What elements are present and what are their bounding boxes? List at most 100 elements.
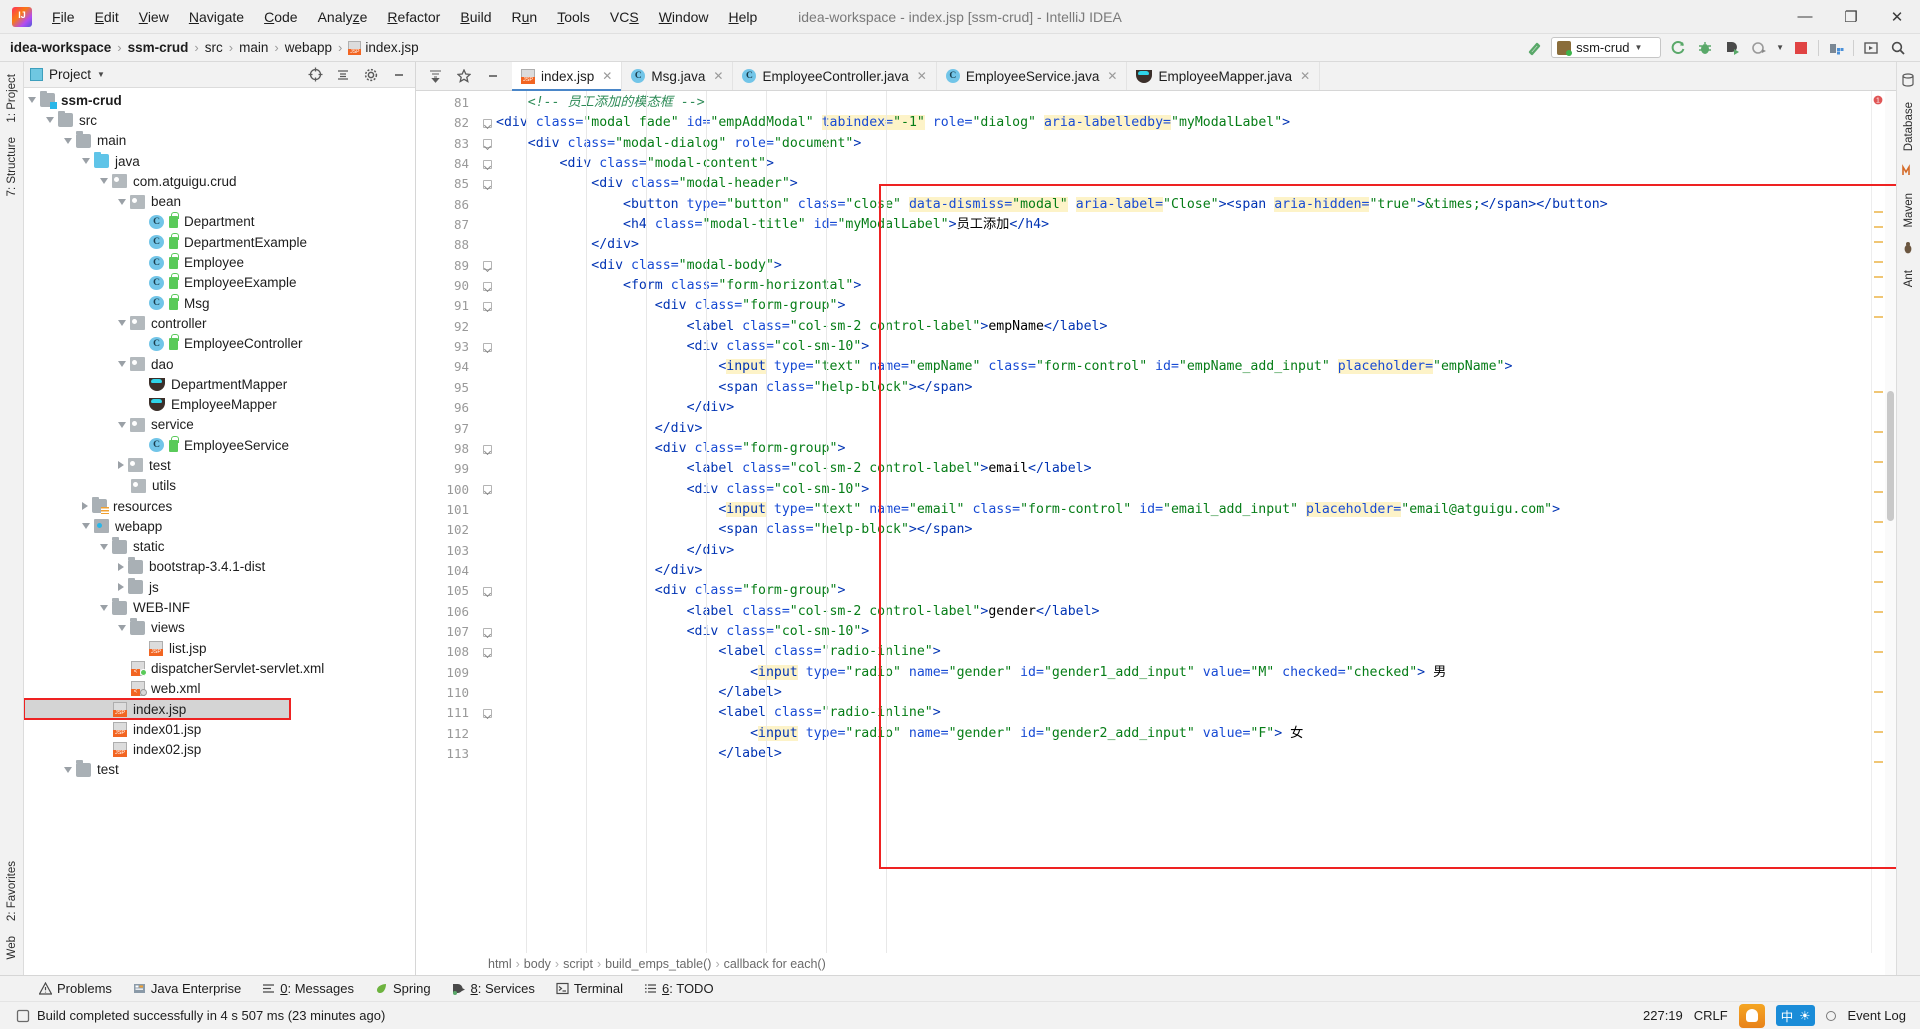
code-line[interactable]: </label>: [496, 744, 1871, 764]
expand-arrow-icon[interactable]: [100, 604, 108, 611]
tree-node-dao[interactable]: dao: [24, 354, 415, 374]
profile-chevron-icon[interactable]: ▼: [1776, 43, 1784, 52]
expand-arrow-icon[interactable]: [118, 624, 126, 631]
sidebar-item-ant[interactable]: Ant: [1900, 264, 1918, 293]
code-line[interactable]: </label>: [496, 683, 1871, 703]
stop-icon[interactable]: [1791, 38, 1811, 58]
editor-breadcrumb-4[interactable]: callback for each(): [724, 957, 826, 971]
code-editor[interactable]: 81 82 83 84 85 86 87 88 89 90 91 92 93 94 95 96 97 98 99 10…: [416, 91, 1896, 975]
analysis-marker[interactable]: [1874, 211, 1883, 213]
expand-arrow-icon[interactable]: [118, 361, 126, 367]
ime-status[interactable]: 中 ☀: [1775, 1005, 1816, 1026]
collapse-fold-icon[interactable]: [482, 302, 492, 312]
code-line[interactable]: <input type="text" name="empName" class=…: [496, 357, 1871, 377]
build-hammer-icon[interactable]: [1524, 38, 1544, 58]
editor-vertical-scrollbar[interactable]: [1885, 91, 1896, 975]
tree-node-ssm-crud[interactable]: ssm-crud: [24, 90, 415, 110]
fold-marker[interactable]: [478, 256, 496, 276]
analysis-marker[interactable]: [1874, 431, 1883, 433]
tree-node-departmentmapper[interactable]: DepartmentMapper: [24, 374, 415, 394]
tree-node-test[interactable]: test: [24, 455, 415, 475]
collapse-fold-icon[interactable]: [482, 627, 492, 637]
breadcrumb-item-5[interactable]: index.jsp: [344, 38, 422, 57]
event-log-label[interactable]: Event Log: [1847, 1008, 1906, 1023]
tree-node-employee[interactable]: C Employee: [24, 252, 415, 272]
maven-icon[interactable]: [1901, 164, 1917, 180]
tab-employeeservice-java[interactable]: C EmployeeService.java ✕: [937, 62, 1128, 90]
code-line[interactable]: <label class="col-sm-2 control-label">ge…: [496, 602, 1871, 622]
analysis-marker[interactable]: [1874, 461, 1883, 463]
tree-node-index01-jsp[interactable]: index01.jsp: [24, 719, 415, 739]
collapse-fold-icon[interactable]: [482, 586, 492, 596]
tab-index-jsp[interactable]: index.jsp ✕: [512, 62, 623, 91]
code-line[interactable]: </div>: [496, 561, 1871, 581]
inspection-status-icon[interactable]: 1: [1873, 95, 1883, 105]
analysis-marker[interactable]: [1874, 241, 1883, 243]
code-line[interactable]: </div>: [496, 541, 1871, 561]
collapse-fold-icon[interactable]: [482, 444, 492, 454]
code-line[interactable]: <h4 class="modal-title" id="myModalLabel…: [496, 215, 1871, 235]
code-line[interactable]: <label class="col-sm-2 control-label">em…: [496, 459, 1871, 479]
code-line[interactable]: <div class="modal-dialog" role="document…: [496, 134, 1871, 154]
fold-marker[interactable]: [478, 276, 496, 296]
code-line[interactable]: <form class="form-horizontal">: [496, 276, 1871, 296]
expand-arrow-icon[interactable]: [46, 117, 54, 124]
editor-breadcrumb-2[interactable]: script: [563, 957, 593, 971]
code-folding-column[interactable]: [478, 91, 496, 975]
expand-arrow-icon[interactable]: [100, 178, 108, 185]
expand-arrow-icon[interactable]: [64, 137, 72, 144]
tab-msg-java[interactable]: C Msg.java ✕: [622, 62, 734, 90]
tree-node-list-jsp[interactable]: list.jsp: [24, 638, 415, 658]
tree-node-employeeexample[interactable]: C EmployeeExample: [24, 273, 415, 293]
tree-node-web-inf[interactable]: WEB-INF: [24, 597, 415, 617]
toolwindow-services[interactable]: 8: Services: [443, 979, 544, 998]
analysis-marker[interactable]: [1874, 611, 1883, 613]
sogou-ime-icon[interactable]: [1738, 1003, 1765, 1028]
toolwindow-spring[interactable]: Spring: [366, 979, 440, 998]
code-line[interactable]: <input type="text" name="email" class="f…: [496, 500, 1871, 520]
tree-node-departmentexample[interactable]: C DepartmentExample: [24, 232, 415, 252]
menu-refactor[interactable]: Refactor: [377, 5, 450, 29]
tree-node-java[interactable]: java: [24, 151, 415, 171]
caret-position[interactable]: 227:19: [1643, 1008, 1683, 1023]
collapse-fold-icon[interactable]: [482, 342, 492, 352]
settings-gear-icon[interactable]: [361, 65, 381, 85]
expand-arrow-icon[interactable]: [64, 766, 72, 773]
code-line[interactable]: <div class="form-group">: [496, 296, 1871, 316]
tree-node-controller[interactable]: controller: [24, 313, 415, 333]
tree-node-index02-jsp[interactable]: index02.jsp: [24, 740, 415, 760]
code-line[interactable]: <input type="radio" name="gender" id="ge…: [496, 724, 1871, 744]
analysis-marker[interactable]: [1874, 731, 1883, 733]
menu-analyze[interactable]: Analyze: [308, 5, 378, 29]
code-line[interactable]: <span class="help-block"></span>: [496, 378, 1871, 398]
tab-employeecontroller-java[interactable]: C EmployeeController.java ✕: [733, 62, 937, 90]
fold-marker[interactable]: [478, 480, 496, 500]
tree-node-utils[interactable]: utils: [24, 476, 415, 496]
code-line[interactable]: <label class="col-sm-2 control-label">em…: [496, 317, 1871, 337]
collapse-arrow-icon[interactable]: [118, 583, 124, 592]
tree-node-msg[interactable]: C Msg: [24, 293, 415, 313]
menu-code[interactable]: Code: [254, 5, 307, 29]
line-separator[interactable]: CRLF: [1694, 1008, 1728, 1023]
code-line[interactable]: <div class="col-sm-10">: [496, 622, 1871, 642]
tab-close-icon[interactable]: ✕: [1107, 69, 1117, 83]
fold-marker[interactable]: [478, 642, 496, 662]
menu-bar[interactable]: File Edit View Navigate Code Analyze Ref…: [42, 5, 767, 29]
code-line[interactable]: <span class="help-block"></span>: [496, 520, 1871, 540]
code-line[interactable]: <div class="modal fade" id="empAddModal"…: [496, 113, 1871, 133]
collapse-fold-icon[interactable]: [482, 485, 492, 495]
tree-node-index-jsp[interactable]: index.jsp: [24, 697, 291, 721]
project-tree[interactable]: ssm-crud src main java com.atguigu.crud bean C…: [24, 88, 415, 975]
debug-icon[interactable]: [1695, 38, 1715, 58]
tree-node-dispatcherservlet-servlet-xml[interactable]: dispatcherServlet-servlet.xml: [24, 658, 415, 678]
error-marker-bar[interactable]: 1: [1871, 91, 1885, 975]
analysis-marker[interactable]: [1874, 276, 1883, 278]
analysis-marker[interactable]: [1874, 551, 1883, 553]
menu-help[interactable]: Help: [719, 5, 768, 29]
project-view-chevron-icon[interactable]: ▼: [97, 70, 105, 79]
expand-arrow-icon[interactable]: [82, 523, 90, 530]
run-configuration-selector[interactable]: ssm-crud ▼: [1551, 37, 1662, 58]
expand-arrow-icon[interactable]: [82, 158, 90, 165]
tree-node-bootstrap-3-4-1-dist[interactable]: bootstrap-3.4.1-dist: [24, 557, 415, 577]
analysis-marker[interactable]: [1874, 316, 1883, 318]
